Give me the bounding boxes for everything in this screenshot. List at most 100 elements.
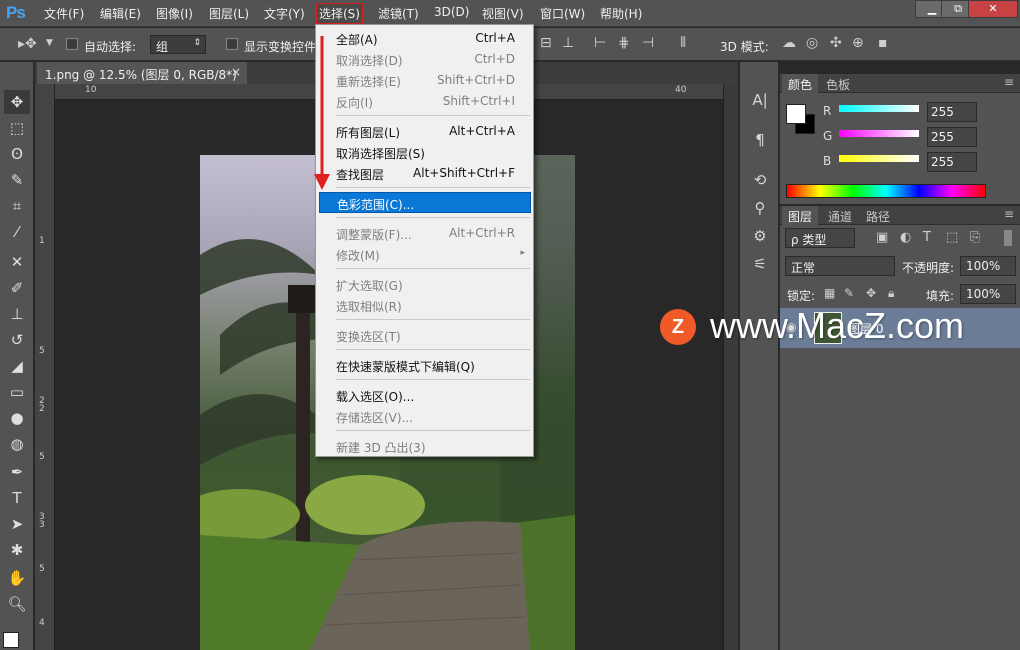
show-transform-checkbox[interactable] — [226, 38, 238, 50]
document-tab[interactable]: 1.png @ 12.5% (图层 0, RGB/8*) × — [37, 62, 247, 84]
adjustments-icon[interactable]: ⚟ — [748, 252, 772, 276]
dodge-tool-icon[interactable]: ◍ — [4, 432, 30, 456]
tab-layers[interactable]: 图层 — [782, 206, 819, 225]
green-slider[interactable] — [839, 130, 919, 137]
lock-position-icon[interactable]: ✥ — [866, 286, 876, 300]
blue-slider[interactable] — [839, 155, 919, 162]
menu-item-color-range[interactable]: 色彩范围(C)... — [319, 192, 531, 213]
menu-select[interactable]: 选择(S) — [316, 3, 363, 24]
auto-select-dropdown[interactable]: 组 ⇕ — [150, 35, 206, 54]
menu-filter[interactable]: 滤镜(T) — [378, 5, 419, 22]
eraser-tool-icon[interactable]: ◢ — [4, 354, 30, 378]
filter-shape-icon[interactable]: ⬚ — [946, 230, 958, 245]
blend-mode-select[interactable]: 正常 — [785, 256, 895, 276]
quick-select-tool-icon[interactable]: ✎ — [4, 168, 30, 192]
tab-color[interactable]: 颜色 — [782, 74, 819, 93]
move-tool-icon[interactable]: ✥ — [4, 90, 30, 114]
menu-item-select-all[interactable]: 全部(A) Ctrl+A — [319, 28, 531, 48]
filter-toggle[interactable] — [1004, 230, 1012, 246]
lock-all-icon[interactable]: 🔒︎ — [888, 286, 894, 301]
distribute-icon[interactable]: ⦀ — [680, 35, 686, 51]
hand-tool-icon[interactable]: ✋ — [4, 566, 30, 590]
lock-pixels-icon[interactable]: ✎ — [844, 286, 854, 300]
menu-item-find-layers[interactable]: 查找图层 Alt+Shift+Ctrl+F — [319, 163, 531, 183]
lock-transparent-icon[interactable]: ▦ — [824, 286, 835, 300]
lasso-tool-icon[interactable]: ʘ — [4, 142, 30, 166]
menu-item-similar[interactable]: 选取相似(R) — [319, 295, 531, 315]
marquee-tool-icon[interactable]: ⬚ — [4, 116, 30, 140]
close-window-button[interactable]: ✕ — [968, 0, 1018, 18]
zoom-tool-icon[interactable]: 🔍︎ — [4, 592, 30, 616]
move-tool-icon[interactable]: ▸✥ — [18, 36, 37, 52]
healing-brush-icon[interactable]: ✕ — [4, 250, 30, 274]
auto-select-checkbox[interactable] — [66, 38, 78, 50]
menu-type[interactable]: 文字(Y) — [264, 5, 305, 22]
menu-item-transform-selection[interactable]: 变换选区(T) — [319, 325, 531, 345]
menu-edit[interactable]: 编辑(E) — [100, 5, 141, 22]
menu-item-load-selection[interactable]: 载入选区(O)... — [319, 385, 531, 405]
brush-tool-icon[interactable]: ✐ — [4, 276, 30, 300]
tool-presets-icon[interactable]: ⚲ — [748, 196, 772, 220]
tab-paths[interactable]: 路径 — [860, 206, 896, 225]
vertical-scrollbar[interactable] — [723, 84, 738, 650]
tab-swatches[interactable]: 色板 — [820, 74, 856, 93]
green-value-input[interactable]: 255 — [927, 127, 977, 147]
color-spectrum-bar[interactable] — [786, 184, 986, 198]
custom-shape-icon[interactable]: ✱ — [4, 538, 30, 562]
gradient-tool-icon[interactable]: ▭ — [4, 380, 30, 404]
menu-image[interactable]: 图像(I) — [156, 5, 193, 22]
foreground-color-swatch[interactable] — [3, 632, 19, 648]
filter-type-icon[interactable]: T — [923, 230, 931, 245]
pen-tool-icon[interactable]: ✒ — [4, 460, 30, 484]
menu-item-3d-extrusion[interactable]: 新建 3D 凸出(3) — [319, 436, 531, 456]
menu-view[interactable]: 视图(V) — [482, 5, 524, 22]
path-select-icon[interactable]: ➤ — [4, 512, 30, 536]
menu-3d[interactable]: 3D(D) — [434, 5, 469, 19]
clone-stamp-icon[interactable]: ⊥ — [4, 302, 30, 326]
menu-item-inverse[interactable]: 反向(I) Shift+Ctrl+I — [319, 91, 531, 111]
layer-filter-select[interactable]: ρ 类型 — [785, 228, 855, 248]
blur-tool-icon[interactable]: ● — [4, 406, 30, 430]
menu-window[interactable]: 窗口(W) — [540, 5, 585, 22]
menu-item-deselect-layers[interactable]: 取消选择图层(S) — [319, 142, 531, 162]
history-brush-icon[interactable]: ↺ — [4, 328, 30, 352]
tab-close-icon[interactable]: × — [231, 65, 241, 79]
3d-scale-icon[interactable]: ▪ — [878, 35, 888, 51]
panel-menu-icon[interactable]: ≡ — [1004, 207, 1014, 221]
chevron-down-icon[interactable]: ▼ — [46, 38, 53, 48]
3d-slide-icon[interactable]: ⊕ — [852, 35, 864, 51]
type-tool-icon[interactable]: T — [4, 486, 30, 510]
paragraph-panel-icon[interactable]: ¶ — [748, 128, 772, 152]
menu-item-reselect[interactable]: 重新选择(E) Shift+Ctrl+D — [319, 70, 531, 90]
filter-adjust-icon[interactable]: ◐ — [900, 230, 911, 245]
panel-menu-icon[interactable]: ≡ — [1004, 75, 1014, 89]
menu-help[interactable]: 帮助(H) — [600, 5, 642, 22]
menu-item-save-selection[interactable]: 存储选区(V)... — [319, 406, 531, 426]
3d-rotate-icon[interactable]: ☁ — [782, 35, 796, 51]
align-hcenter-icon[interactable]: ⋕ — [618, 35, 630, 51]
align-center-icon[interactable]: ⊟ — [540, 35, 552, 51]
layer-comps-icon[interactable]: ⚙ — [748, 224, 772, 248]
tab-channels[interactable]: 通道 — [822, 206, 858, 225]
align-left-icon[interactable]: ⊢ — [594, 35, 606, 51]
opacity-input[interactable]: 100% — [960, 256, 1016, 276]
menu-item-modify[interactable]: 修改(M) ▸ — [319, 244, 531, 264]
blue-value-input[interactable]: 255 — [927, 152, 977, 172]
align-right-icon[interactable]: ⊣ — [642, 35, 654, 51]
menu-item-refine-mask[interactable]: 调整蒙版(F)... Alt+Ctrl+R — [319, 223, 531, 243]
filter-smart-icon[interactable]: ⎘ — [970, 230, 980, 245]
align-bottom-icon[interactable]: ⊥ — [562, 35, 574, 51]
menu-item-grow[interactable]: 扩大选取(G) — [319, 274, 531, 294]
3d-pan-icon[interactable]: ✣ — [830, 35, 842, 51]
menu-item-all-layers[interactable]: 所有图层(L) Alt+Ctrl+A — [319, 121, 531, 141]
history-panel-icon[interactable]: ⟲ — [748, 168, 772, 192]
eyedropper-tool-icon[interactable]: ⁄ — [4, 220, 30, 244]
filter-pixel-icon[interactable]: ▣ — [876, 230, 888, 245]
fill-input[interactable]: 100% — [960, 284, 1016, 304]
menu-layer[interactable]: 图层(L) — [209, 5, 249, 22]
menu-file[interactable]: 文件(F) — [44, 5, 84, 22]
menu-item-quick-mask[interactable]: 在快速蒙版模式下编辑(Q) — [319, 355, 531, 375]
red-slider[interactable] — [839, 105, 919, 112]
3d-roll-icon[interactable]: ◎ — [806, 35, 818, 51]
menu-item-deselect[interactable]: 取消选择(D) Ctrl+D — [319, 49, 531, 69]
